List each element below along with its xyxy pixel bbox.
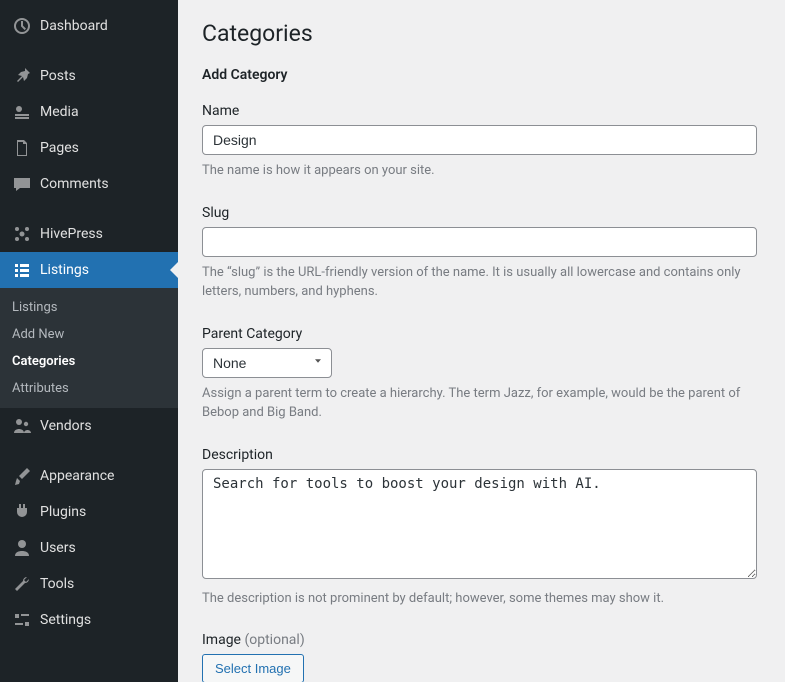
admin-sidebar: Dashboard Posts Media Pages Comments Hiv… bbox=[0, 0, 178, 682]
sidebar-label: Tools bbox=[40, 576, 74, 592]
sidebar-label: Plugins bbox=[40, 504, 86, 520]
plug-icon bbox=[12, 502, 32, 522]
page-title: Categories bbox=[202, 20, 761, 47]
sidebar-label: Comments bbox=[40, 176, 109, 192]
image-label: Image (optional) bbox=[202, 632, 761, 648]
select-image-button[interactable]: Select Image bbox=[202, 654, 304, 682]
settings-icon bbox=[12, 610, 32, 630]
sidebar-label: Settings bbox=[40, 612, 91, 628]
sidebar-label: HivePress bbox=[40, 226, 103, 242]
comment-icon bbox=[12, 174, 32, 194]
section-title: Add Category bbox=[202, 67, 761, 83]
sidebar-item-vendors[interactable]: Vendors bbox=[0, 408, 178, 444]
sidebar-item-appearance[interactable]: Appearance bbox=[0, 458, 178, 494]
name-input[interactable] bbox=[202, 125, 757, 155]
parent-help: Assign a parent term to create a hierarc… bbox=[202, 384, 757, 423]
sidebar-label: Pages bbox=[40, 140, 79, 156]
description-label: Description bbox=[202, 447, 761, 463]
slug-help: The “slug” is the URL-friendly version o… bbox=[202, 263, 757, 302]
parent-select[interactable]: None bbox=[202, 348, 332, 378]
sidebar-label: Posts bbox=[40, 68, 76, 84]
sidebar-submenu: Listings Add New Categories Attributes bbox=[0, 288, 178, 408]
sidebar-item-dashboard[interactable]: Dashboard bbox=[0, 8, 178, 44]
sidebar-item-comments[interactable]: Comments bbox=[0, 166, 178, 202]
submenu-item-listings[interactable]: Listings bbox=[0, 294, 178, 321]
description-input[interactable] bbox=[202, 469, 757, 579]
description-help: The description is not prominent by defa… bbox=[202, 589, 757, 609]
hivepress-icon bbox=[12, 224, 32, 244]
dashboard-icon bbox=[12, 16, 32, 36]
list-icon bbox=[12, 260, 32, 280]
user-icon bbox=[12, 538, 32, 558]
sidebar-item-posts[interactable]: Posts bbox=[0, 58, 178, 94]
sidebar-label: Users bbox=[40, 540, 76, 556]
image-field: Image (optional) Select Image bbox=[202, 632, 761, 682]
sidebar-item-settings[interactable]: Settings bbox=[0, 602, 178, 638]
slug-field: Slug The “slug” is the URL-friendly vers… bbox=[202, 205, 761, 302]
slug-input[interactable] bbox=[202, 227, 757, 257]
main-content: Categories Add Category Name The name is… bbox=[178, 0, 785, 682]
submenu-item-categories[interactable]: Categories bbox=[0, 348, 178, 375]
parent-field: Parent Category None Assign a parent ter… bbox=[202, 326, 761, 423]
sidebar-item-hivepress[interactable]: HivePress bbox=[0, 216, 178, 252]
name-field: Name The name is how it appears on your … bbox=[202, 103, 761, 181]
media-icon bbox=[12, 102, 32, 122]
sidebar-label: Listings bbox=[40, 262, 89, 278]
sidebar-label: Vendors bbox=[40, 418, 92, 434]
sidebar-item-media[interactable]: Media bbox=[0, 94, 178, 130]
slug-label: Slug bbox=[202, 205, 761, 221]
name-label: Name bbox=[202, 103, 761, 119]
sidebar-item-listings[interactable]: Listings bbox=[0, 252, 178, 288]
page-icon bbox=[12, 138, 32, 158]
wrench-icon bbox=[12, 574, 32, 594]
sidebar-label: Appearance bbox=[40, 468, 114, 484]
sidebar-label: Dashboard bbox=[40, 18, 108, 34]
parent-label: Parent Category bbox=[202, 326, 761, 342]
sidebar-item-plugins[interactable]: Plugins bbox=[0, 494, 178, 530]
vendors-icon bbox=[12, 416, 32, 436]
name-help: The name is how it appears on your site. bbox=[202, 161, 757, 181]
description-field: Description The description is not promi… bbox=[202, 447, 761, 609]
sidebar-item-users[interactable]: Users bbox=[0, 530, 178, 566]
pin-icon bbox=[12, 66, 32, 86]
sidebar-label: Media bbox=[40, 104, 79, 120]
submenu-item-addnew[interactable]: Add New bbox=[0, 321, 178, 348]
sidebar-item-tools[interactable]: Tools bbox=[0, 566, 178, 602]
sidebar-item-pages[interactable]: Pages bbox=[0, 130, 178, 166]
brush-icon bbox=[12, 466, 32, 486]
submenu-item-attributes[interactable]: Attributes bbox=[0, 375, 178, 402]
